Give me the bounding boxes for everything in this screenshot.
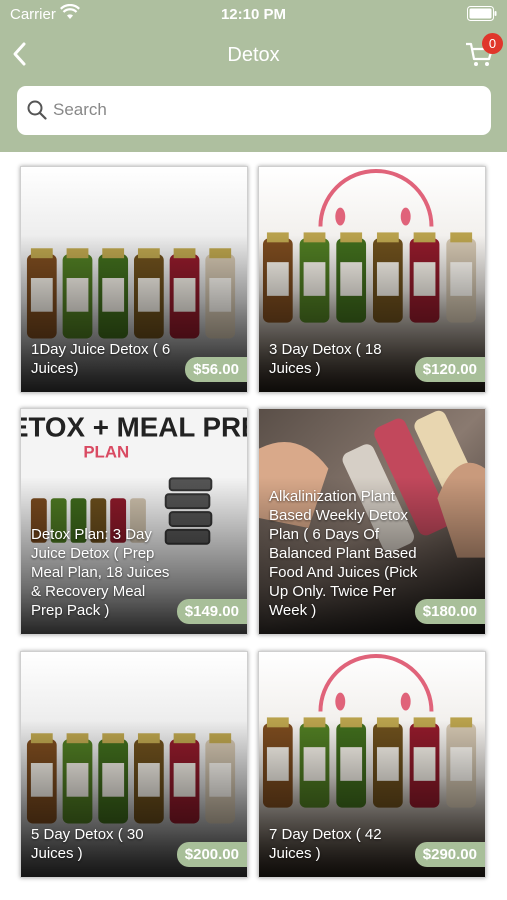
product-card-alkalinization-plan[interactable]: Alkalinization Plant Based Weekly Detox … (258, 408, 486, 635)
product-price-badge: $180.00 (414, 599, 485, 624)
page-title: Detox (227, 44, 280, 66)
search-icon (27, 100, 47, 120)
product-title: 3 Day Detox ( 18 Juices ) (269, 341, 382, 377)
image-subheading-text: PLAN (83, 443, 129, 462)
search-bar[interactable] (17, 86, 491, 135)
product-title: 5 Day Detox ( 30 Juices ) (31, 826, 144, 862)
image-heading-text: DETOX + MEAL PREP (21, 412, 247, 443)
status-time: 12:10 PM (220, 6, 287, 23)
status-bar: Carrier 12:10 PM (0, 0, 507, 30)
product-card-3-day-detox[interactable]: 3 Day Detox ( 18 Juices ) $120.00 (258, 166, 486, 393)
product-title: Alkalinization Plant Based Weekly Detox … (269, 488, 418, 619)
product-price-badge: $200.00 (176, 842, 247, 867)
product-title: 1Day Juice Detox ( 6 Juices) (31, 341, 171, 377)
product-price-badge: $56.00 (185, 357, 247, 382)
product-price-badge: $290.00 (414, 842, 485, 867)
product-card-7-day-detox[interactable]: 7 Day Detox ( 42 Juices ) $290.00 (258, 651, 486, 878)
cart-count-badge: 0 (482, 33, 503, 54)
product-title: Detox Plan: 3 Day Juice Detox ( Prep Mea… (31, 526, 170, 619)
product-card-detox-meal-prep-plan[interactable]: DETOX + MEAL PREP PLAN Detox Plan: 3 Day… (20, 408, 248, 635)
product-card-5-day-detox[interactable]: 5 Day Detox ( 30 Juices ) $200.00 (20, 651, 248, 878)
product-price-badge: $120.00 (414, 357, 485, 382)
product-price-badge: $149.00 (176, 599, 247, 624)
battery-icon (467, 6, 497, 21)
product-title: 7 Day Detox ( 42 Juices ) (269, 826, 382, 862)
search-input[interactable] (53, 94, 473, 126)
product-card-1day-juice-detox[interactable]: 1Day Juice Detox ( 6 Juices) $56.00 (20, 166, 248, 393)
nav-bar: Detox (0, 36, 507, 80)
header-bar: Carrier 12:10 PM Detox 0 (0, 0, 507, 152)
